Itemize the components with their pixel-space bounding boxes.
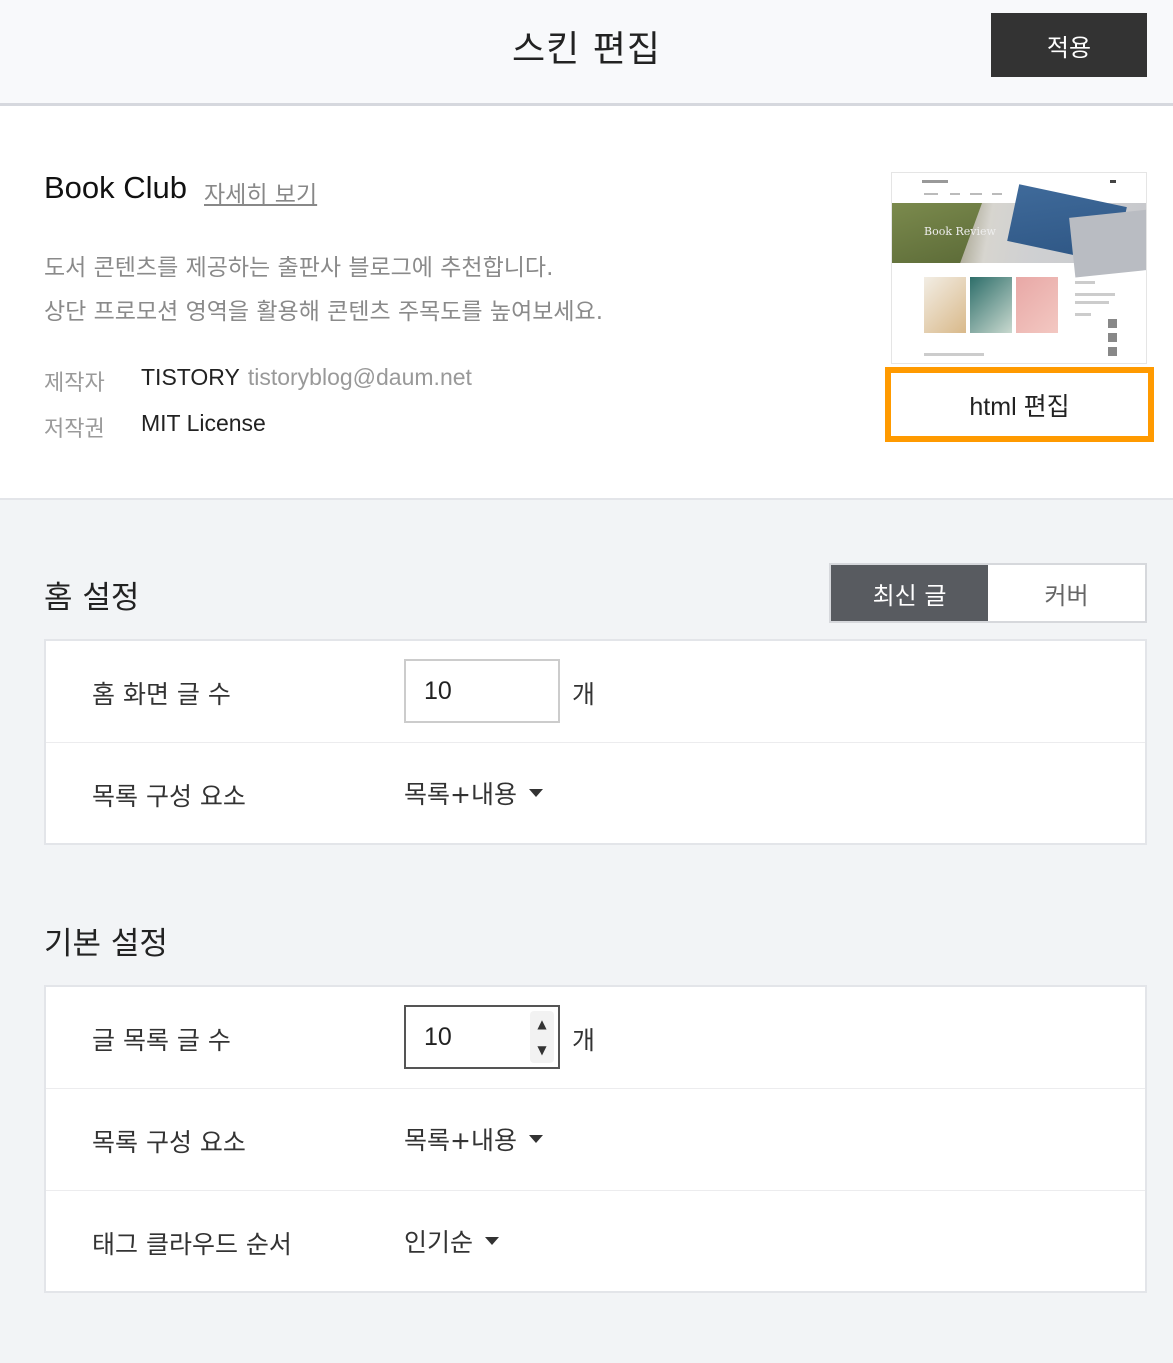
- preview-nav: [970, 193, 982, 195]
- author-label: 제작자: [44, 371, 105, 396]
- home-settings-panel: 홈 화면 글 수 개 목록 구성 요소 목록+내용: [44, 639, 1147, 845]
- skin-name: Book Club: [44, 170, 188, 205]
- author-value: TISTORY tistoryblog@daum.net: [141, 364, 472, 391]
- preview-sidebar-line: [1075, 293, 1115, 296]
- home-list-component-row: 목록 구성 요소 목록+내용: [46, 743, 1145, 845]
- home-post-count-unit: 개: [572, 680, 596, 709]
- list-component-label: 목록 구성 요소: [92, 1128, 246, 1157]
- list-count-label: 글 목록 글 수: [92, 1026, 231, 1055]
- apply-button[interactable]: 적용: [991, 13, 1147, 77]
- caret-down-icon: [485, 1237, 500, 1245]
- home-post-count-row: 홈 화면 글 수 개: [46, 641, 1145, 743]
- author-name: TISTORY: [141, 364, 240, 390]
- preview-sidebar-line: [1075, 281, 1095, 284]
- tag-order-select[interactable]: 인기순: [404, 1223, 500, 1259]
- author-email: tistoryblog@daum.net: [247, 364, 472, 390]
- preview-nav: [950, 193, 960, 195]
- home-settings-title: 홈 설정: [44, 580, 140, 616]
- preview-sidebar-thumb: [1108, 333, 1117, 342]
- list-count-row: 글 목록 글 수 ▲ ▼ 개: [46, 987, 1145, 1089]
- skin-description-line-1: 도서 콘텐츠를 제공하는 출판사 블로그에 추천합니다.: [44, 255, 554, 281]
- detail-link[interactable]: 자세히 보기: [204, 175, 317, 209]
- preview-card: [970, 277, 1012, 333]
- tab-latest-posts[interactable]: 최신 글: [831, 565, 988, 621]
- preview-nav: [992, 193, 1002, 195]
- preview-sidebar-thumb: [1108, 347, 1117, 356]
- preview-footer-line: [924, 353, 984, 356]
- home-list-component-label: 목록 구성 요소: [92, 782, 246, 811]
- preview-card: [1016, 277, 1058, 333]
- home-list-component-select[interactable]: 목록+내용: [404, 775, 543, 811]
- preview-logo: [922, 180, 948, 183]
- preview-nav: [924, 193, 938, 195]
- spinner-up-icon[interactable]: ▲: [537, 1011, 546, 1037]
- html-edit-button[interactable]: html 편집: [885, 367, 1154, 442]
- caret-down-icon: [528, 1135, 543, 1143]
- spinner-down-icon[interactable]: ▼: [537, 1037, 546, 1063]
- list-component-value: 목록+내용: [404, 1126, 517, 1155]
- license-value: MIT License: [141, 410, 266, 436]
- preview-menu-dot: [1110, 180, 1116, 183]
- home-post-count-label: 홈 화면 글 수: [92, 680, 231, 709]
- caret-down-icon: [528, 789, 543, 797]
- home-post-count-input[interactable]: [404, 659, 560, 723]
- skin-description-line-2: 상단 프로모션 영역을 활용해 콘텐츠 주목도를 높여보세요.: [44, 299, 604, 325]
- preview-hero: Book Review: [892, 184, 1146, 278]
- preview-hero-text: Book Review: [924, 225, 996, 238]
- tag-order-label: 태그 클라우드 순서: [92, 1230, 292, 1259]
- home-list-component-value: 목록+내용: [404, 780, 517, 809]
- preview-sidebar-line: [1075, 313, 1091, 316]
- skin-preview-thumbnail: Book Review: [891, 172, 1147, 364]
- tab-cover[interactable]: 커버: [988, 565, 1145, 621]
- top-header: 스킨 편집 적용: [0, 0, 1173, 106]
- preview-book-grey: [1069, 208, 1146, 278]
- home-type-toggle: 최신 글 커버: [829, 563, 1147, 623]
- preview-card: [924, 277, 966, 333]
- list-component-row: 목록 구성 요소 목록+내용: [46, 1089, 1145, 1191]
- basic-settings-title: 기본 설정: [44, 926, 168, 962]
- preview-sidebar-line: [1075, 301, 1109, 304]
- list-count-unit: 개: [572, 1026, 596, 1055]
- skin-info-panel: Book Club 자세히 보기 도서 콘텐츠를 제공하는 출판사 블로그에 추…: [0, 106, 1173, 500]
- license-label: 저작권: [44, 417, 105, 442]
- preview-sidebar-thumb: [1108, 319, 1117, 328]
- number-spinner[interactable]: ▲ ▼: [530, 1011, 554, 1063]
- tag-order-row: 태그 클라우드 순서 인기순: [46, 1191, 1145, 1293]
- list-component-select[interactable]: 목록+내용: [404, 1121, 543, 1157]
- basic-settings-panel: 글 목록 글 수 ▲ ▼ 개 목록 구성 요소 목록+내용 태그 클라우드 순서…: [44, 985, 1147, 1293]
- tag-order-value: 인기순: [404, 1228, 474, 1257]
